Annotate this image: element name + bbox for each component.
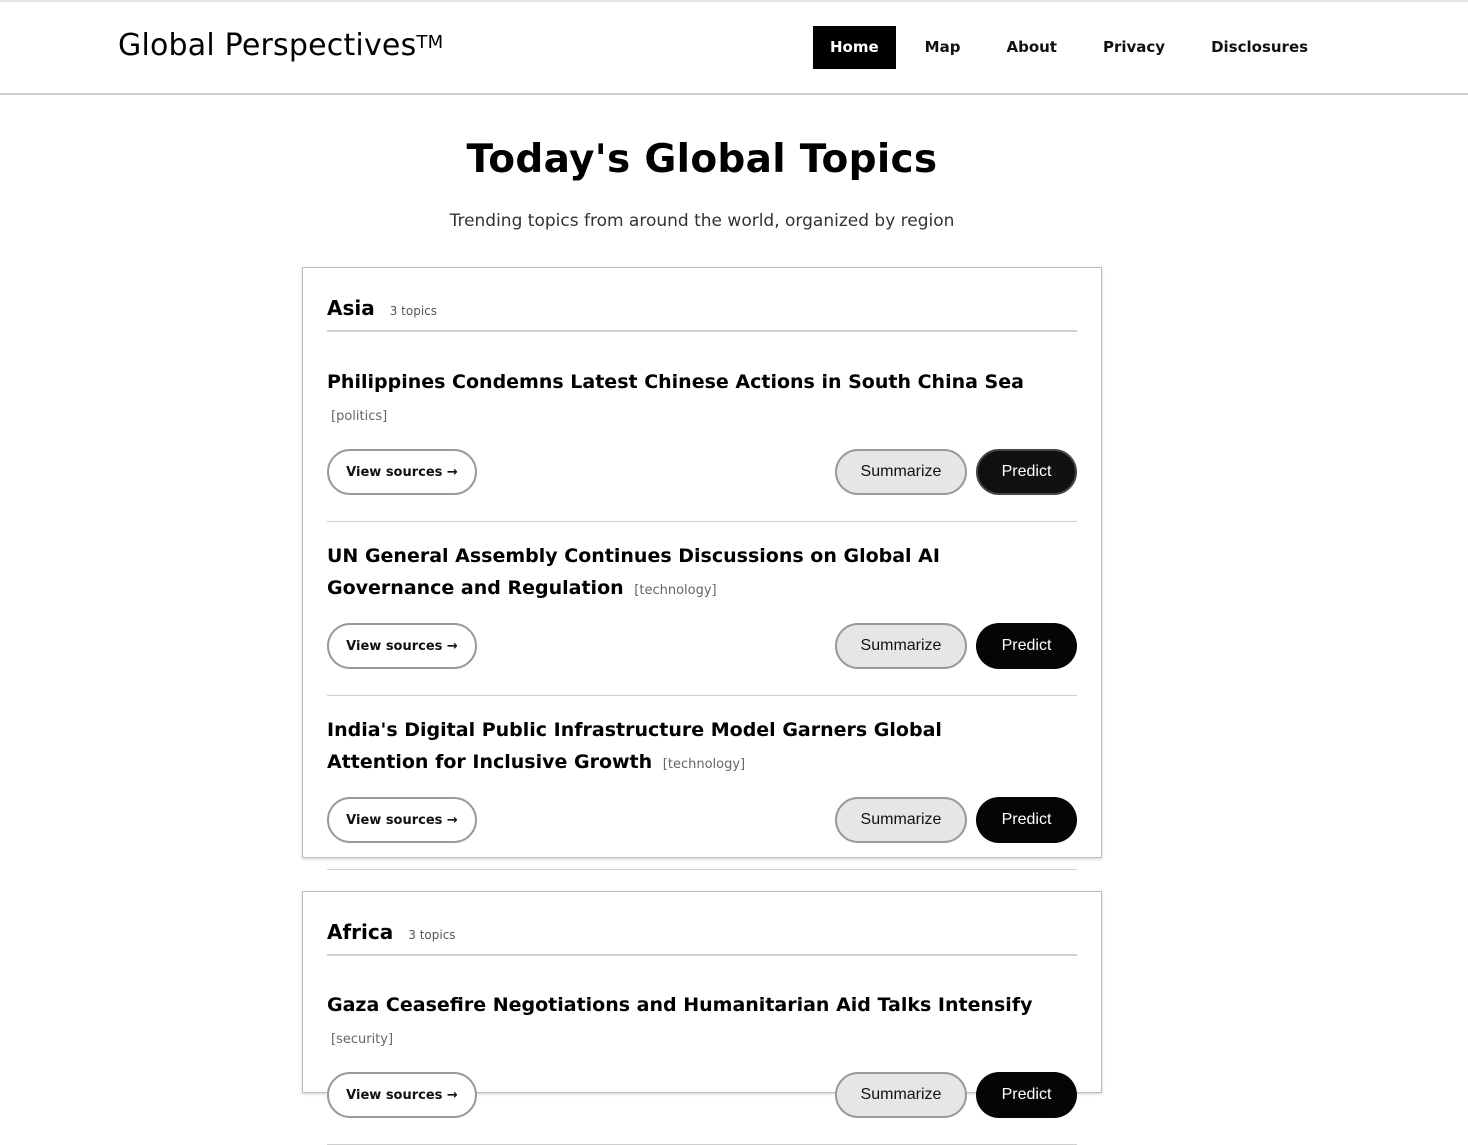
region-topic-count: 3 topics	[389, 304, 438, 318]
region-header: Asia 3 topics	[327, 268, 1077, 332]
topic-action-group: Summarize Predict	[835, 1072, 1077, 1118]
predict-button[interactable]: Predict	[976, 1072, 1077, 1118]
topic-item: Gaza Ceasefire Negotiations and Humanita…	[327, 956, 1077, 1145]
view-sources-button[interactable]: View sources →	[327, 449, 477, 495]
topic-action-group: Summarize Predict	[835, 449, 1077, 495]
topic-tag: [technology]	[662, 757, 746, 772]
view-sources-button[interactable]: View sources →	[327, 797, 477, 843]
summarize-button[interactable]: Summarize	[835, 623, 967, 669]
topic-tag: [security]	[331, 1032, 394, 1047]
main-nav: Home Map About Privacy Disclosures	[813, 26, 1337, 69]
topic-action-group: Summarize Predict	[835, 623, 1077, 669]
site-header: Global PerspectivesTM Home Map About Pri…	[0, 2, 1468, 95]
topic-title[interactable]: India's Digital Public Infrastructure Mo…	[327, 696, 1077, 781]
topic-title[interactable]: Philippines Condemns Latest Chinese Acti…	[327, 332, 1077, 433]
summarize-button[interactable]: Summarize	[835, 797, 967, 843]
nav-privacy[interactable]: Privacy	[1086, 26, 1182, 69]
topic-title-text: Gaza Ceasefire Negotiations and Humanita…	[327, 994, 1033, 1016]
brand-name: Global Perspectives	[118, 28, 417, 63]
topic-item: Philippines Condemns Latest Chinese Acti…	[327, 332, 1077, 522]
summarize-button[interactable]: Summarize	[835, 449, 967, 495]
region-name: Asia	[327, 296, 375, 320]
topic-title[interactable]: UN General Assembly Continues Discussion…	[327, 522, 1077, 607]
topic-action-group: Summarize Predict	[835, 797, 1077, 843]
nav-disclosures[interactable]: Disclosures	[1194, 26, 1325, 69]
topic-title-text: India's Digital Public Infrastructure Mo…	[327, 719, 942, 773]
region-card-africa: Africa 3 topics Gaza Ceasefire Negotiati…	[302, 891, 1102, 1145]
nav-about[interactable]: About	[989, 26, 1074, 69]
region-header: Africa 3 topics	[327, 892, 1077, 956]
topic-tag: [politics]	[331, 409, 388, 424]
page-subtitle: Trending topics from around the world, o…	[449, 211, 955, 231]
region-card-asia: Asia 3 topics Philippines Condemns Lates…	[302, 267, 1102, 870]
topic-actions: View sources → Summarize Predict	[327, 1070, 1077, 1144]
topic-item: UN General Assembly Continues Discussion…	[327, 522, 1077, 696]
region-topic-count: 3 topics	[408, 928, 456, 942]
predict-button[interactable]: Predict	[976, 449, 1077, 495]
topic-actions: View sources → Summarize Predict	[327, 621, 1077, 695]
topic-title-text: Philippines Condemns Latest Chinese Acti…	[327, 371, 1024, 393]
topic-actions: View sources → Summarize Predict	[327, 447, 1077, 521]
predict-button[interactable]: Predict	[976, 623, 1077, 669]
nav-map[interactable]: Map	[908, 26, 978, 69]
nav-home[interactable]: Home	[813, 26, 896, 69]
page-title: Today's Global Topics	[466, 137, 938, 182]
topic-item: India's Digital Public Infrastructure Mo…	[327, 696, 1077, 870]
region-name: Africa	[327, 920, 394, 944]
view-sources-button[interactable]: View sources →	[327, 1072, 477, 1118]
topic-actions: View sources → Summarize Predict	[327, 795, 1077, 869]
view-sources-button[interactable]: View sources →	[327, 623, 477, 669]
trademark-mark: TM	[416, 32, 444, 53]
brand-logo[interactable]: Global PerspectivesTM	[118, 28, 443, 64]
topic-title[interactable]: Gaza Ceasefire Negotiations and Humanita…	[327, 956, 1077, 1056]
predict-button[interactable]: Predict	[976, 797, 1077, 843]
summarize-button[interactable]: Summarize	[835, 1072, 967, 1118]
topic-tag: [technology]	[634, 583, 717, 598]
